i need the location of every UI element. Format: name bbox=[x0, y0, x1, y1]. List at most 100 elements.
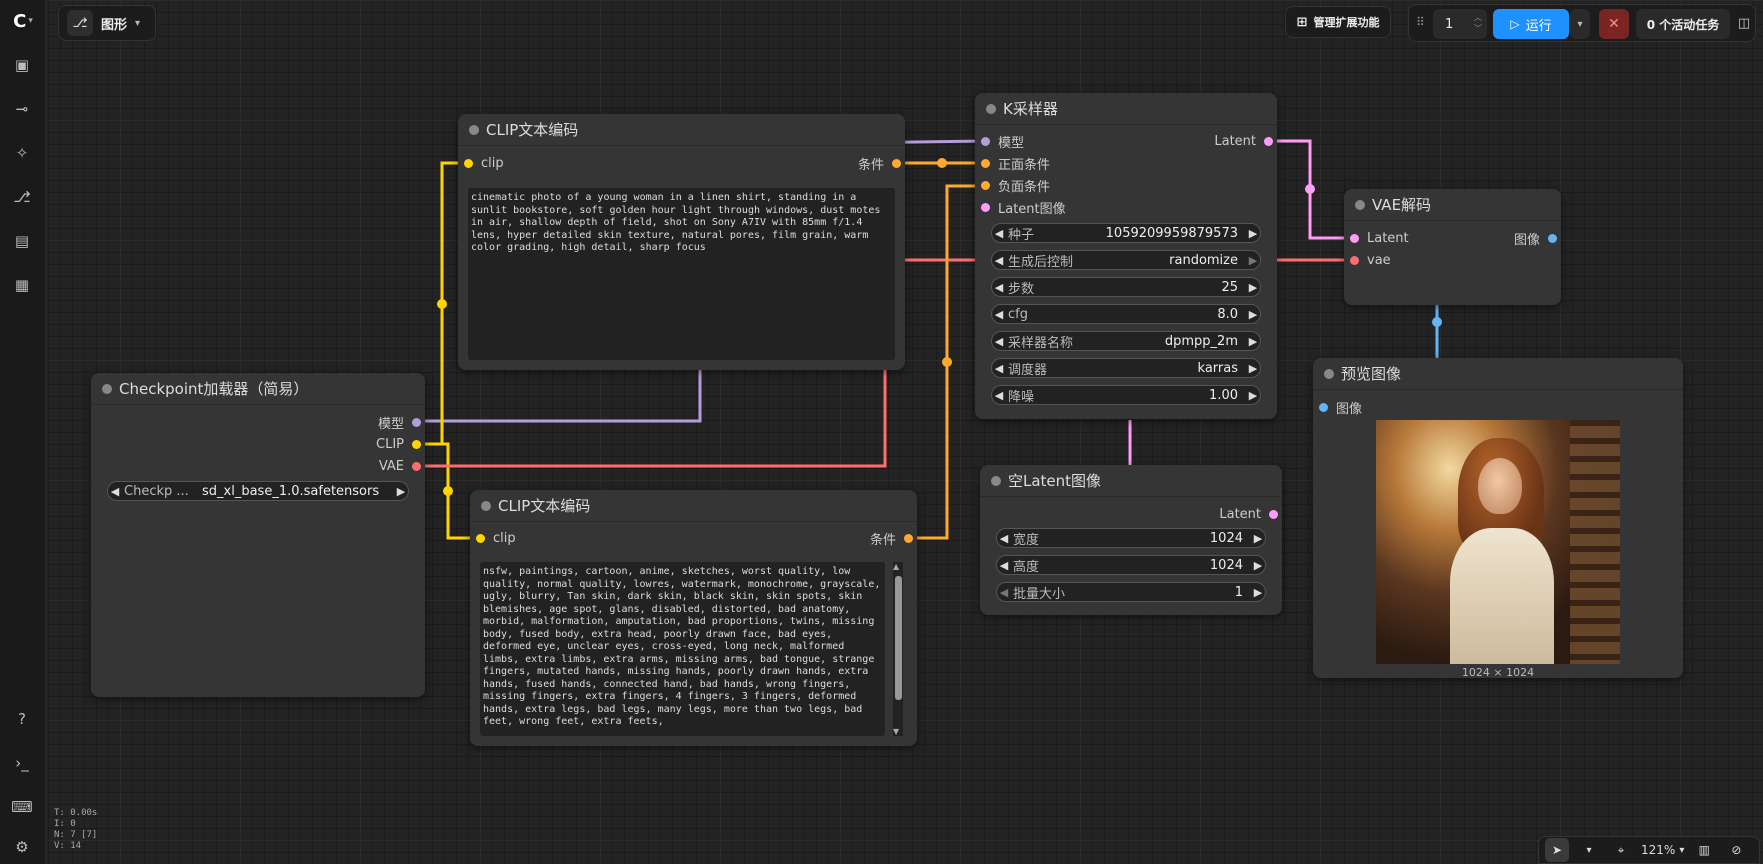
arrow-left-icon[interactable]: ◀ bbox=[108, 485, 122, 498]
arrow-left-icon[interactable]: ◀ bbox=[992, 308, 1006, 321]
denoise-widget[interactable]: ◀ 降噪 1.00 ▶ bbox=[991, 385, 1261, 405]
node-title[interactable]: 预览图像 bbox=[1313, 358, 1683, 390]
prompt-textarea[interactable]: cinematic photo of a young woman in a li… bbox=[468, 188, 895, 360]
scheduler-widget[interactable]: ◀ 调度器 karras ▶ bbox=[991, 358, 1261, 378]
keyboard-icon[interactable]: ⌨ bbox=[11, 796, 33, 818]
image-library-icon[interactable]: ▣ bbox=[11, 54, 33, 76]
input-slot-latent[interactable]: Latent bbox=[1350, 229, 1409, 247]
apps-icon[interactable]: ▦ bbox=[11, 274, 33, 296]
control-after-generate-widget[interactable]: ◀ 生成后控制 randomize ▶ bbox=[991, 250, 1261, 270]
drag-handle-icon[interactable]: ⠿ bbox=[1416, 15, 1425, 29]
arrow-left-icon[interactable]: ◀ bbox=[997, 559, 1011, 572]
batch-size-widget[interactable]: ◀ 批量大小 1 ▶ bbox=[996, 582, 1266, 602]
arrow-left-icon[interactable]: ◀ bbox=[992, 389, 1006, 402]
run-button[interactable]: ▷ 运行 bbox=[1493, 9, 1569, 39]
chevron-down-icon[interactable]: ▾ bbox=[1577, 838, 1601, 862]
node-ksampler[interactable]: K采样器 模型 正面条件 负面条件 Latent图像 Latent ◀ 种子 105… bbox=[975, 93, 1277, 419]
help-icon[interactable]: ? bbox=[11, 708, 33, 730]
node-empty-latent[interactable]: 空Latent图像 Latent ◀ 宽度 1024 ▶ ◀ 高度 1024 ▶ ◀ 批量大小… bbox=[980, 465, 1282, 615]
minimap-icon[interactable]: ▥ bbox=[1692, 838, 1716, 862]
arrow-right-icon[interactable]: ▶ bbox=[1246, 389, 1260, 402]
node-title[interactable]: VAE解码 bbox=[1344, 189, 1561, 221]
arrow-right-icon[interactable]: ▶ bbox=[394, 485, 408, 498]
output-slot-model[interactable]: 模型 bbox=[378, 413, 421, 432]
templates-icon[interactable]: ▤ bbox=[11, 230, 33, 252]
scroll-up-icon[interactable]: ▲ bbox=[893, 562, 899, 571]
terminal-icon[interactable]: ›_ bbox=[11, 752, 33, 774]
textarea-scrollbar[interactable]: ▲ ▼ bbox=[893, 562, 903, 736]
node-title[interactable]: Checkpoint加载器（简易） bbox=[91, 373, 425, 405]
run-options-dropdown[interactable]: ▾ bbox=[1570, 9, 1590, 39]
node-checkpoint-loader[interactable]: Checkpoint加载器（简易） 模型 CLIP VAE ◀ Checkp .… bbox=[91, 373, 425, 697]
output-slot-image[interactable]: 图像 bbox=[1514, 229, 1557, 248]
input-slot-latent[interactable]: Latent图像 bbox=[981, 198, 1066, 217]
output-slot-latent[interactable]: Latent bbox=[1214, 132, 1273, 150]
active-tasks-button[interactable]: 0 个活动任务 bbox=[1636, 9, 1730, 39]
arrow-right-icon[interactable]: ▶ bbox=[1251, 586, 1265, 599]
manage-extensions-button[interactable]: ⊞ 管理扩展功能 bbox=[1285, 6, 1391, 38]
scroll-down-icon[interactable]: ▼ bbox=[893, 727, 899, 736]
sampler-name-widget[interactable]: ◀ 采样器名称 dpmpp_2m ▶ bbox=[991, 331, 1261, 351]
input-slot-positive[interactable]: 正面条件 bbox=[981, 154, 1050, 173]
node-clip-positive[interactable]: CLIP文本编码 clip 条件 cinematic photo of a yo… bbox=[458, 114, 905, 370]
stat-time: T: 0.00s bbox=[54, 808, 98, 818]
arrow-right-icon[interactable]: ▶ bbox=[1246, 227, 1260, 240]
arrow-right-icon[interactable]: ▶ bbox=[1251, 559, 1265, 572]
output-slot-vae[interactable]: VAE bbox=[379, 457, 421, 475]
graph-tab[interactable]: ⎇ 图形 ▾ bbox=[58, 5, 156, 41]
node-title[interactable]: CLIP文本编码 bbox=[458, 114, 905, 146]
input-slot-clip[interactable]: clip bbox=[476, 529, 516, 547]
fit-view-icon[interactable]: ⌖ bbox=[1609, 838, 1633, 862]
negative-prompt-textarea[interactable]: nsfw, paintings, cartoon, anime, sketche… bbox=[480, 562, 885, 736]
node-vae-decode[interactable]: VAE解码 Latent vae 图像 bbox=[1344, 189, 1561, 305]
toggle-panel-icon[interactable]: ◫ bbox=[1735, 14, 1753, 32]
settings-gear-icon[interactable]: ⚙ bbox=[11, 836, 33, 858]
arrow-left-icon[interactable]: ◀ bbox=[997, 586, 1011, 599]
node-preview-image[interactable]: 预览图像 图像 1024 × 1024 bbox=[1313, 358, 1683, 679]
cancel-run-button[interactable]: ✕ bbox=[1599, 9, 1629, 39]
node-title[interactable]: 空Latent图像 bbox=[980, 465, 1282, 497]
chevron-down-icon: ▾ bbox=[135, 17, 141, 29]
zoom-control[interactable]: 121% ▾ bbox=[1641, 838, 1684, 862]
arrow-left-icon[interactable]: ◀ bbox=[992, 281, 1006, 294]
output-slot-conditioning[interactable]: 条件 bbox=[870, 529, 913, 548]
arrow-right-icon[interactable]: ▶ bbox=[1251, 532, 1265, 545]
preview-image[interactable] bbox=[1376, 420, 1620, 664]
arrow-right-icon[interactable]: ▶ bbox=[1246, 281, 1260, 294]
arrow-left-icon[interactable]: ◀ bbox=[992, 254, 1006, 267]
width-widget[interactable]: ◀ 宽度 1024 ▶ bbox=[996, 528, 1266, 548]
output-slot-latent[interactable]: Latent bbox=[1219, 505, 1278, 523]
input-slot-vae[interactable]: vae bbox=[1350, 251, 1391, 269]
input-slot-model[interactable]: 模型 bbox=[981, 132, 1024, 151]
arrow-right-icon[interactable]: ▶ bbox=[1246, 362, 1260, 375]
select-tool-icon[interactable]: ➤ bbox=[1545, 838, 1569, 862]
arrow-left-icon[interactable]: ◀ bbox=[992, 335, 1006, 348]
arrow-left-icon[interactable]: ◀ bbox=[997, 532, 1011, 545]
stepper-icon[interactable]: ︿ ﹀ bbox=[1474, 12, 1482, 34]
output-slot-conditioning[interactable]: 条件 bbox=[858, 154, 901, 173]
toggle-links-icon[interactable]: ⊘ bbox=[1724, 838, 1748, 862]
node-library-icon[interactable]: ⊸ bbox=[11, 98, 33, 120]
checkpoint-name-combo[interactable]: ◀ Checkp ... sd_xl_base_1.0.safetensors … bbox=[107, 481, 409, 501]
scrollbar-thumb[interactable] bbox=[895, 576, 902, 700]
model-library-icon[interactable]: ✧ bbox=[11, 142, 33, 164]
arrow-left-icon[interactable]: ◀ bbox=[992, 362, 1006, 375]
input-slot-negative[interactable]: 负面条件 bbox=[981, 176, 1050, 195]
arrow-right-icon[interactable]: ▶ bbox=[1246, 335, 1260, 348]
cfg-widget[interactable]: ◀ cfg 8.0 ▶ bbox=[991, 304, 1261, 324]
arrow-right-icon[interactable]: ▶ bbox=[1246, 308, 1260, 321]
arrow-right-icon[interactable]: ▶ bbox=[1246, 254, 1260, 267]
input-slot-clip[interactable]: clip bbox=[464, 154, 504, 172]
node-title[interactable]: K采样器 bbox=[975, 93, 1277, 125]
output-slot-clip[interactable]: CLIP bbox=[376, 435, 421, 453]
comfy-logo-icon[interactable]: C ▾ bbox=[8, 10, 38, 32]
seed-widget[interactable]: ◀ 种子 1059209959879573 ▶ bbox=[991, 223, 1261, 243]
queue-count-input[interactable]: 1 ︿ ﹀ bbox=[1433, 9, 1487, 39]
input-slot-image[interactable]: 图像 bbox=[1319, 398, 1362, 417]
height-widget[interactable]: ◀ 高度 1024 ▶ bbox=[996, 555, 1266, 575]
steps-widget[interactable]: ◀ 步数 25 ▶ bbox=[991, 277, 1261, 297]
workflows-icon[interactable]: ⎇ bbox=[11, 186, 33, 208]
node-clip-negative[interactable]: CLIP文本编码 clip 条件 nsfw, paintings, cartoo… bbox=[470, 490, 917, 746]
arrow-left-icon[interactable]: ◀ bbox=[992, 227, 1006, 240]
node-title[interactable]: CLIP文本编码 bbox=[470, 490, 917, 522]
